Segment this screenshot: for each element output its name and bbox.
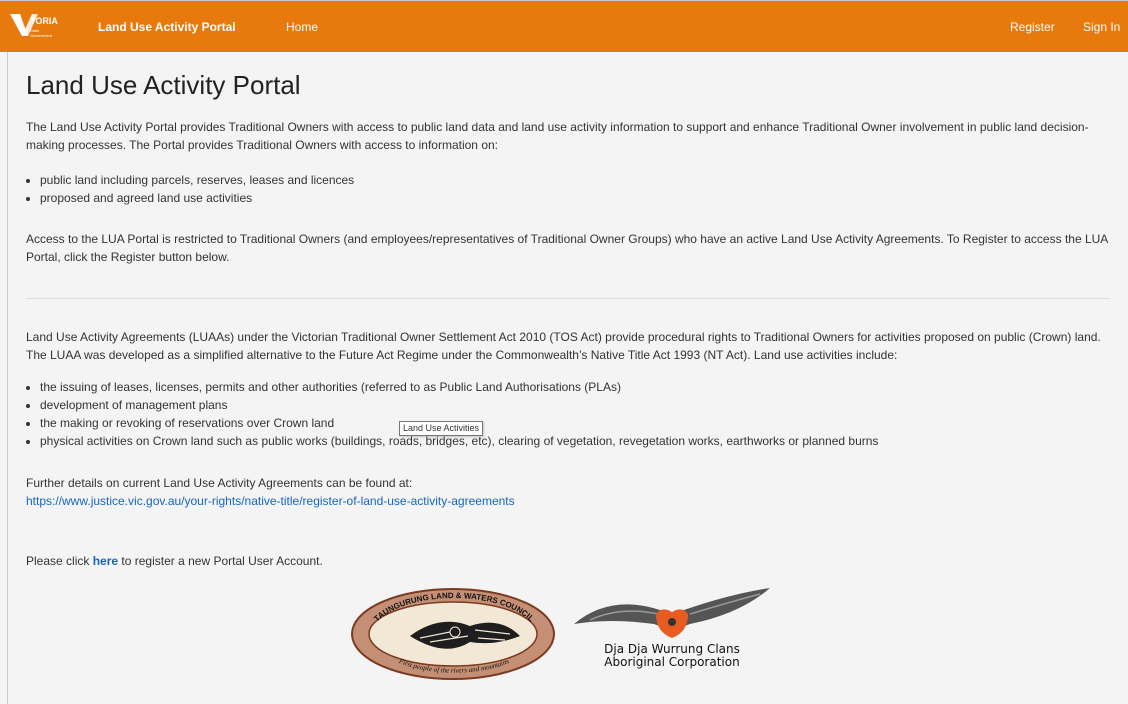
- list-item: proposed and agreed land use activities: [40, 189, 1125, 207]
- intro-list: public land including parcels, reserves,…: [26, 171, 1125, 207]
- activities-list: the issuing of leases, licenses, permits…: [26, 378, 1125, 450]
- top-navbar: TORIA State Government Land Use Activity…: [0, 0, 1128, 52]
- svg-text:TORIA: TORIA: [30, 16, 58, 26]
- further-details: Further details on current Land Use Acti…: [26, 474, 1111, 510]
- section-divider: [26, 298, 1110, 299]
- intro-paragraph: The Land Use Activity Portal provides Tr…: [26, 120, 1089, 152]
- nav-register-link[interactable]: Register: [1010, 20, 1055, 34]
- list-item: the issuing of leases, licenses, permits…: [40, 378, 1125, 396]
- list-item: the making or revoking of reservations o…: [40, 414, 1125, 432]
- register-prompt-post: to register a new Portal User Account.: [118, 554, 323, 568]
- nav-sign-in-link[interactable]: Sign In: [1083, 20, 1120, 34]
- dja-dja-wurrung-logo: Dja Dja Wurrung Clans Aboriginal Corpora…: [570, 584, 774, 684]
- register-here-link[interactable]: here: [93, 554, 118, 568]
- dja-dja-wurrung-text: Dja Dja Wurrung Clans Aboriginal Corpora…: [570, 643, 774, 669]
- list-item: public land including parcels, reserves,…: [40, 171, 1125, 189]
- dja-line-2: Aboriginal Corporation: [604, 655, 740, 669]
- tooltip: Land Use Activities: [399, 421, 484, 436]
- left-border: [7, 52, 8, 704]
- nav-home-link[interactable]: Home: [286, 20, 318, 34]
- access-paragraph: Access to the LUA Portal is restricted t…: [26, 232, 1108, 264]
- luaa-register-link[interactable]: https://www.justice.vic.gov.au/your-righ…: [26, 494, 515, 508]
- list-item: physical activities on Crown land such a…: [40, 432, 1125, 450]
- svg-text:Government: Government: [30, 33, 53, 38]
- further-text: Further details on current Land Use Acti…: [26, 476, 413, 490]
- register-prompt-pre: Please click: [26, 554, 93, 568]
- victoria-state-government-logo[interactable]: TORIA State Government: [8, 10, 78, 44]
- taungurung-council-logo: TAUNGURUNG LAND & WATERS COUNCIL First p…: [351, 588, 555, 680]
- list-item: development of management plans: [40, 396, 1125, 414]
- brand-link[interactable]: Land Use Activity Portal: [98, 20, 236, 34]
- dja-dja-wurrung-emblem: [574, 588, 770, 638]
- luaa-paragraph: Land Use Activity Agreements (LUAAs) und…: [26, 330, 1101, 362]
- register-prompt: Please click here to register a new Port…: [26, 552, 1111, 570]
- page-title: Land Use Activity Portal: [26, 70, 301, 100]
